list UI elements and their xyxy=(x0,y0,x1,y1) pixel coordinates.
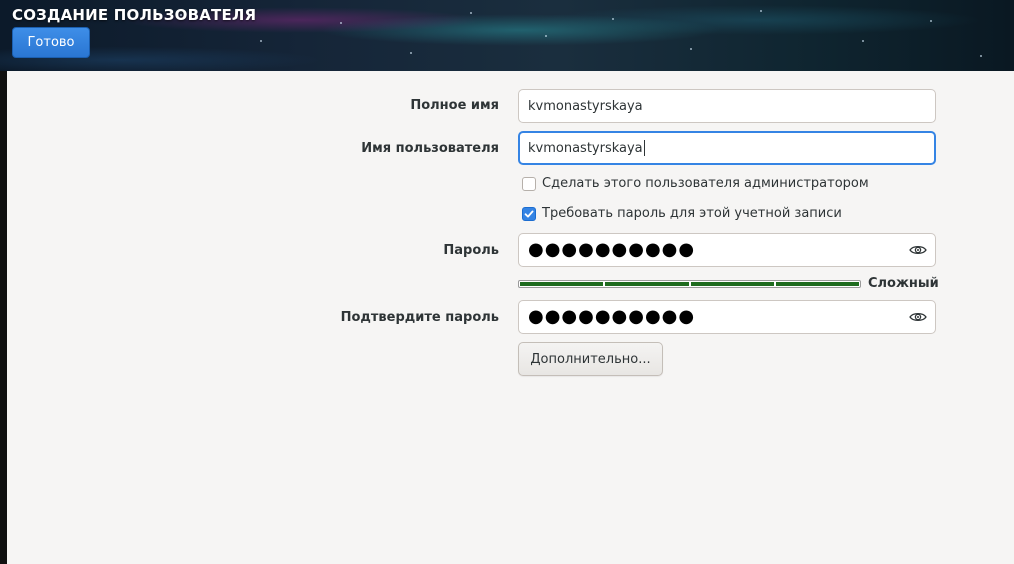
full-name-field[interactable]: kvmonastyrskaya xyxy=(518,89,936,123)
background-star xyxy=(612,18,614,20)
admin-checkbox[interactable] xyxy=(522,176,536,191)
full-name-label: Полное имя xyxy=(410,98,499,113)
background-star xyxy=(410,52,412,54)
background-star xyxy=(862,40,864,42)
text-caret xyxy=(643,140,645,156)
strength-segment xyxy=(520,282,604,286)
confirm-password-field[interactable]: ●●●●●●●●●● xyxy=(518,300,936,334)
background-star xyxy=(260,40,262,42)
eye-icon[interactable] xyxy=(909,311,927,323)
username-field[interactable]: kvmonastyrskaya xyxy=(518,131,936,165)
admin-checkbox-label: Сделать этого пользователя администратор… xyxy=(542,176,869,191)
background-star xyxy=(470,12,472,14)
background-star xyxy=(760,10,762,12)
checkmark-icon xyxy=(524,210,534,217)
require-password-label: Требовать пароль для этой учетной записи xyxy=(542,206,842,221)
strength-segment xyxy=(690,282,774,286)
username-value: kvmonastyrskaya xyxy=(528,140,643,156)
strength-segment xyxy=(605,282,689,286)
done-button[interactable]: Готово xyxy=(12,27,90,58)
admin-checkbox-row[interactable]: Сделать этого пользователя администратор… xyxy=(522,176,869,191)
header-bar: СОЗДАНИЕ ПОЛЬЗОВАТЕЛЯ Готово xyxy=(0,0,1014,71)
page-title: СОЗДАНИЕ ПОЛЬЗОВАТЕЛЯ xyxy=(12,6,257,24)
background-star xyxy=(930,20,932,22)
advanced-button[interactable]: Дополнительно... xyxy=(518,342,663,376)
password-masked-value: ●●●●●●●●●● xyxy=(528,239,696,260)
password-strength-label: Сложный xyxy=(868,276,939,291)
strength-segment xyxy=(775,282,859,286)
confirm-password-masked-value: ●●●●●●●●●● xyxy=(528,306,696,327)
password-field[interactable]: ●●●●●●●●●● xyxy=(518,233,936,267)
left-edge xyxy=(0,71,7,564)
username-label: Имя пользователя xyxy=(361,141,499,156)
confirm-password-label: Подтвердите пароль xyxy=(340,310,499,325)
background-star xyxy=(690,48,692,50)
eye-icon[interactable] xyxy=(909,244,927,256)
background-star xyxy=(545,35,547,37)
password-strength-meter xyxy=(518,280,861,288)
require-password-checkbox[interactable] xyxy=(522,206,536,221)
full-name-value: kvmonastyrskaya xyxy=(528,98,643,114)
background-star xyxy=(980,55,982,57)
require-password-checkbox-row[interactable]: Требовать пароль для этой учетной записи xyxy=(522,206,842,221)
password-label: Пароль xyxy=(443,243,499,258)
background-star xyxy=(340,22,342,24)
